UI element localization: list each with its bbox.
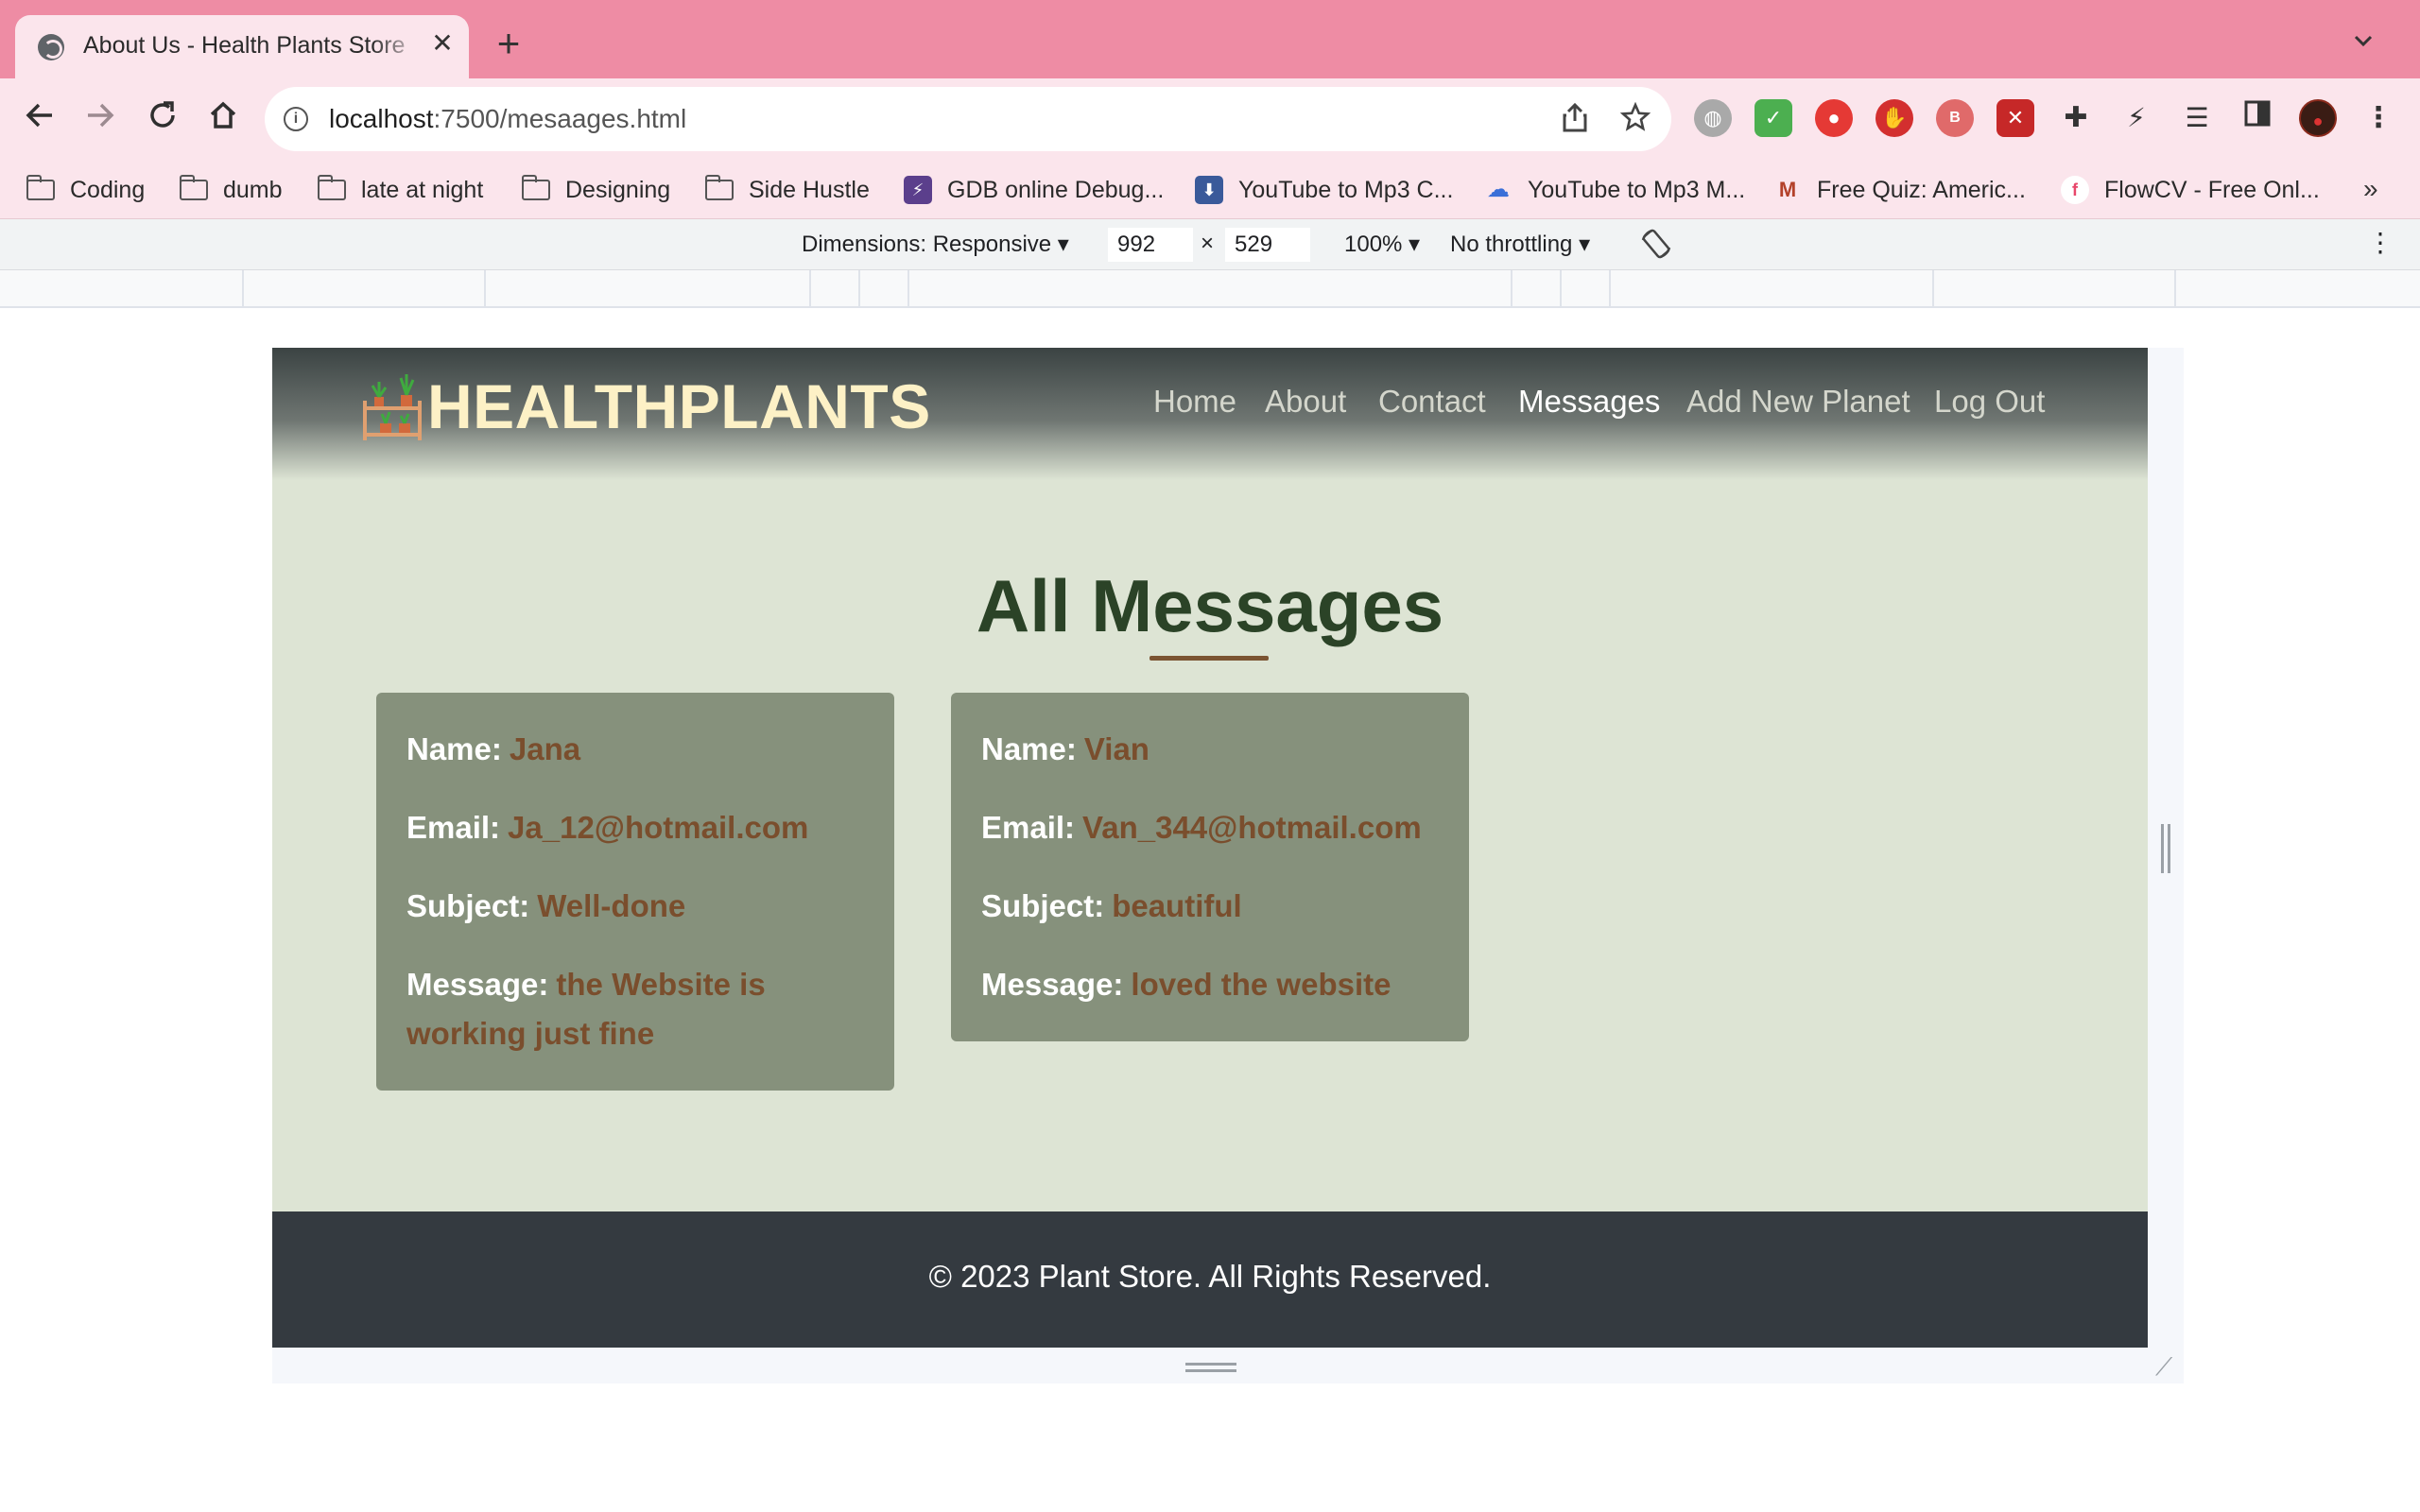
bookmark-dumb[interactable]: dumb (180, 174, 283, 206)
message-card: Name: Vian Email: Van_344@hotmail.com Subj… (951, 693, 1469, 1041)
bookmark-youtube-mp3-c[interactable]: ⬇ YouTube to Mp3 C... (1195, 174, 1453, 206)
message-subject: Subject: beautiful (981, 888, 1242, 923)
dimension-separator: × (1201, 231, 1215, 256)
site-info-icon[interactable]: i (284, 107, 308, 131)
browser-tab-active[interactable]: About Us - Health Plants Store ✕ (15, 15, 469, 78)
bookmark-free-quiz[interactable]: M Free Quiz: Americ... (1773, 174, 2026, 206)
profile-avatar[interactable]: ● (2299, 99, 2337, 137)
adblock-hand-icon[interactable]: ✋ (1876, 99, 1913, 137)
bookmarks-bar: Coding dumb late at night Designing Side… (0, 161, 2420, 219)
url-text[interactable]: localhost:7500/mesaages.html (329, 104, 686, 134)
site-logo[interactable]: HEALTHPLANTS (359, 370, 931, 442)
device-toolbar-menu-icon[interactable]: ⋮ (2367, 227, 2394, 258)
bookmark-side-hustle[interactable]: Side Hustle (705, 174, 870, 206)
message-body: Message: the Website is working just fine (406, 967, 766, 1051)
website-page: HEALTHPLANTS Home About Contact Messages… (272, 348, 2148, 1348)
rotate-icon[interactable] (1639, 227, 1673, 267)
folder-icon (26, 175, 55, 200)
more-bookmarks-button[interactable]: » (2363, 174, 2378, 204)
media-query-mark[interactable] (1560, 270, 1562, 308)
logo-text: HEALTHPLANTS (427, 371, 931, 441)
message-card: Name: Jana Email: Ja_12@hotmail.com Subjec… (376, 693, 894, 1091)
tab-strip: About Us - Health Plants Store ✕ + (0, 0, 2420, 78)
page-title: All Messages (976, 564, 1444, 647)
viewport-resize-handle-bottom[interactable] (1185, 1363, 1236, 1372)
nav-add-new-planet[interactable]: Add New Planet (1686, 384, 1910, 420)
folder-icon (705, 175, 734, 200)
nav-messages[interactable]: Messages (1518, 384, 1660, 420)
browser-toolbar: i localhost:7500/mesaages.html ◍ ✓ ● ✋ B… (0, 78, 2420, 161)
shield-extension-icon[interactable]: ✓ (1754, 99, 1792, 137)
globe-extension-icon[interactable]: ◍ (1694, 99, 1732, 137)
message-body: Message: loved the website (981, 967, 1392, 1002)
gdb-icon: ⚡ (904, 176, 932, 204)
media-query-mark[interactable] (242, 270, 244, 308)
message-subject: Subject: Well-done (406, 888, 686, 923)
address-bar[interactable]: i localhost:7500/mesaages.html (265, 87, 1671, 151)
side-panel-icon[interactable] (2238, 99, 2276, 137)
bookmark-coding[interactable]: Coding (26, 174, 145, 206)
media-queue-icon[interactable]: ☰ (2178, 99, 2216, 137)
folder-icon (180, 175, 208, 200)
message-email: Email: Van_344@hotmail.com (981, 810, 1422, 845)
zoom-dropdown[interactable]: 100% ▾ (1344, 231, 1420, 258)
title-underline (1150, 656, 1269, 661)
home-button[interactable] (202, 99, 244, 141)
plant-shelf-logo-icon (359, 372, 425, 440)
browser-menu-icon[interactable]: ⋮ (2360, 99, 2397, 137)
download-icon: ⬇ (1195, 176, 1223, 204)
site-navbar: HEALTHPLANTS Home About Contact Messages… (272, 348, 2148, 480)
ublock-icon[interactable]: ✕ (1996, 99, 2034, 137)
message-name: Name: Vian (981, 731, 1150, 766)
media-query-mark[interactable] (1932, 270, 1934, 308)
nav-about[interactable]: About (1265, 384, 1346, 420)
message-name: Name: Jana (406, 731, 581, 766)
reload-button[interactable] (142, 99, 183, 141)
new-tab-button[interactable]: + (490, 24, 527, 63)
viewport-width-input[interactable]: 992 (1108, 228, 1193, 262)
media-query-mark[interactable] (1511, 270, 1512, 308)
media-query-bar (0, 270, 2420, 308)
device-toolbar: Dimensions: Responsive ▾ 992 × 529 100% … (0, 219, 2420, 270)
nav-log-out[interactable]: Log Out (1934, 384, 2045, 420)
quiz-icon: M (1778, 178, 1797, 201)
site-footer: © 2023 Plant Store. All Rights Reserved. (272, 1211, 2148, 1348)
folder-icon (318, 175, 346, 200)
back-button[interactable] (19, 99, 60, 141)
media-query-mark[interactable] (2174, 270, 2176, 308)
bookmark-gdb[interactable]: ⚡ GDB online Debug... (904, 174, 1164, 206)
viewport-height-input[interactable]: 529 (1225, 228, 1310, 262)
extensions-puzzle-icon[interactable]: ✚ (2057, 99, 2095, 137)
media-query-mark[interactable] (809, 270, 811, 308)
performance-icon[interactable]: ⚡ (2118, 99, 2155, 137)
dimensions-dropdown[interactable]: Dimensions: Responsive ▾ (802, 231, 1069, 258)
bookmark-flowcv[interactable]: f FlowCV - Free Onl... (2061, 174, 2320, 206)
bookmark-star-icon[interactable] (1618, 101, 1652, 136)
media-query-mark[interactable] (1609, 270, 1611, 308)
bookmark-youtube-mp3-m[interactable]: ☁ YouTube to Mp3 M... (1484, 174, 1745, 206)
forward-button[interactable] (79, 99, 121, 141)
tab-search-chevron-icon[interactable] (2344, 28, 2382, 66)
viewport-resize-handle-right[interactable] (2161, 824, 2170, 873)
flowcv-icon: f (2061, 176, 2089, 204)
record-extension-icon[interactable]: ● (1815, 99, 1853, 137)
media-query-mark[interactable] (908, 270, 909, 308)
nav-home[interactable]: Home (1153, 384, 1236, 420)
folder-icon (522, 175, 550, 200)
nav-contact[interactable]: Contact (1378, 384, 1486, 420)
media-query-mark[interactable] (484, 270, 486, 308)
close-tab-icon[interactable]: ✕ (427, 28, 458, 59)
b-extension-icon[interactable]: B (1936, 99, 1974, 137)
viewport-resize-corner-icon[interactable]: ⟋ (2155, 1354, 2178, 1379)
copyright-text: © 2023 Plant Store. All Rights Reserved. (928, 1259, 1492, 1294)
message-email: Email: Ja_12@hotmail.com (406, 810, 809, 845)
throttling-dropdown[interactable]: No throttling ▾ (1450, 231, 1590, 258)
cloud-download-icon: ☁ (1487, 177, 1510, 202)
bookmark-late-at-night[interactable]: late at night (318, 174, 483, 206)
share-icon[interactable] (1558, 102, 1592, 136)
tab-title: About Us - Health Plants Store (83, 32, 406, 59)
bookmark-designing[interactable]: Designing (522, 174, 670, 206)
globe-icon (38, 34, 64, 60)
media-query-mark[interactable] (858, 270, 860, 308)
